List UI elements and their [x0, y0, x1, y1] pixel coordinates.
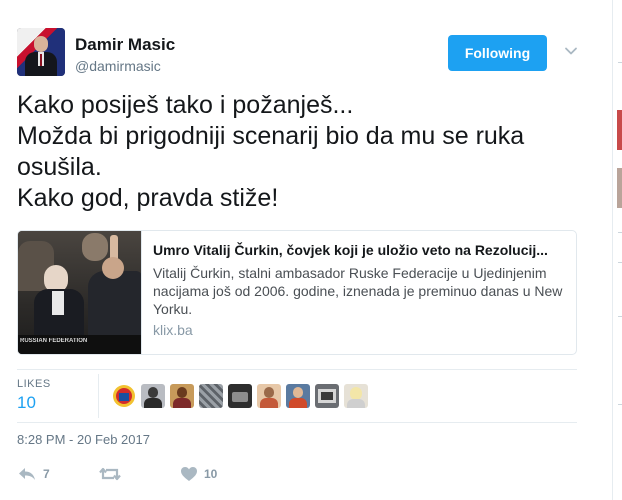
- edge-thumbnail: [617, 110, 622, 150]
- heart-icon: [181, 467, 197, 481]
- tweet-line: Kako posiješ tako i požanješ...: [17, 91, 354, 119]
- chevron-down-icon[interactable]: [564, 44, 578, 58]
- likes-label: LIKES: [17, 378, 51, 390]
- card-image-caption: RUSSIAN FEDERATION: [20, 338, 88, 344]
- edge-divider: [618, 62, 622, 63]
- tweet-line: osušila.: [17, 153, 102, 181]
- link-preview-card[interactable]: RUSSIAN FEDERATION Umro Vitalij Čurkin, …: [17, 230, 577, 355]
- card-domain: klix.ba: [153, 322, 193, 338]
- edge-divider: [618, 232, 622, 233]
- liker-avatar[interactable]: [170, 384, 194, 408]
- tweet-line: Možda bi prigodniji scenarij bio da mu s…: [17, 122, 525, 150]
- likers-avatars: [112, 384, 368, 408]
- window-edge: [612, 0, 622, 500]
- like-count: 10: [204, 467, 218, 481]
- reply-icon: [19, 468, 35, 480]
- tweet-text: Kako posiješ tako i požanješ... Možda bi…: [17, 90, 592, 214]
- likes-count[interactable]: 10: [17, 393, 97, 413]
- user-handle[interactable]: @damirmasic: [75, 58, 161, 74]
- like-button[interactable]: 10: [180, 462, 217, 486]
- retweet-icon: [99, 467, 121, 481]
- divider: [17, 422, 577, 423]
- card-body: Umro Vitalij Čurkin, čovjek koji je ulož…: [153, 241, 568, 338]
- user-display-name[interactable]: Damir Masic: [75, 35, 175, 55]
- liker-avatar[interactable]: [141, 384, 165, 408]
- liker-avatar[interactable]: [199, 384, 223, 408]
- reply-button[interactable]: 7: [17, 462, 50, 486]
- liker-avatar[interactable]: [228, 384, 252, 408]
- reply-count: 7: [43, 467, 50, 481]
- divider: [98, 374, 99, 418]
- edge-divider: [618, 404, 622, 405]
- edge-divider: [618, 316, 622, 317]
- liker-avatar[interactable]: [257, 384, 281, 408]
- liker-avatar[interactable]: [112, 384, 136, 408]
- tweet-timestamp[interactable]: 8:28 PM - 20 Feb 2017: [17, 432, 150, 447]
- edge-divider: [618, 262, 622, 263]
- edge-thumbnail: [617, 168, 622, 208]
- card-thumbnail: RUSSIAN FEDERATION: [18, 231, 142, 354]
- liker-avatar[interactable]: [315, 384, 339, 408]
- liker-avatar[interactable]: [286, 384, 310, 408]
- card-title[interactable]: Umro Vitalij Čurkin, čovjek koji je ulož…: [153, 241, 568, 260]
- likes-stat[interactable]: LIKES 10: [17, 378, 97, 413]
- tweet-header: Damir Masic @damirmasic Following: [17, 28, 587, 78]
- tweet-actions: 7 10: [17, 462, 417, 486]
- liker-avatar[interactable]: [344, 384, 368, 408]
- divider: [17, 369, 577, 370]
- tweet-line: Kako god, pravda stiže!: [17, 184, 279, 212]
- following-button[interactable]: Following: [448, 35, 547, 71]
- user-avatar[interactable]: [17, 28, 65, 76]
- card-description: Vitalij Čurkin, stalni ambasador Ruske F…: [153, 265, 563, 317]
- retweet-button[interactable]: [99, 462, 127, 486]
